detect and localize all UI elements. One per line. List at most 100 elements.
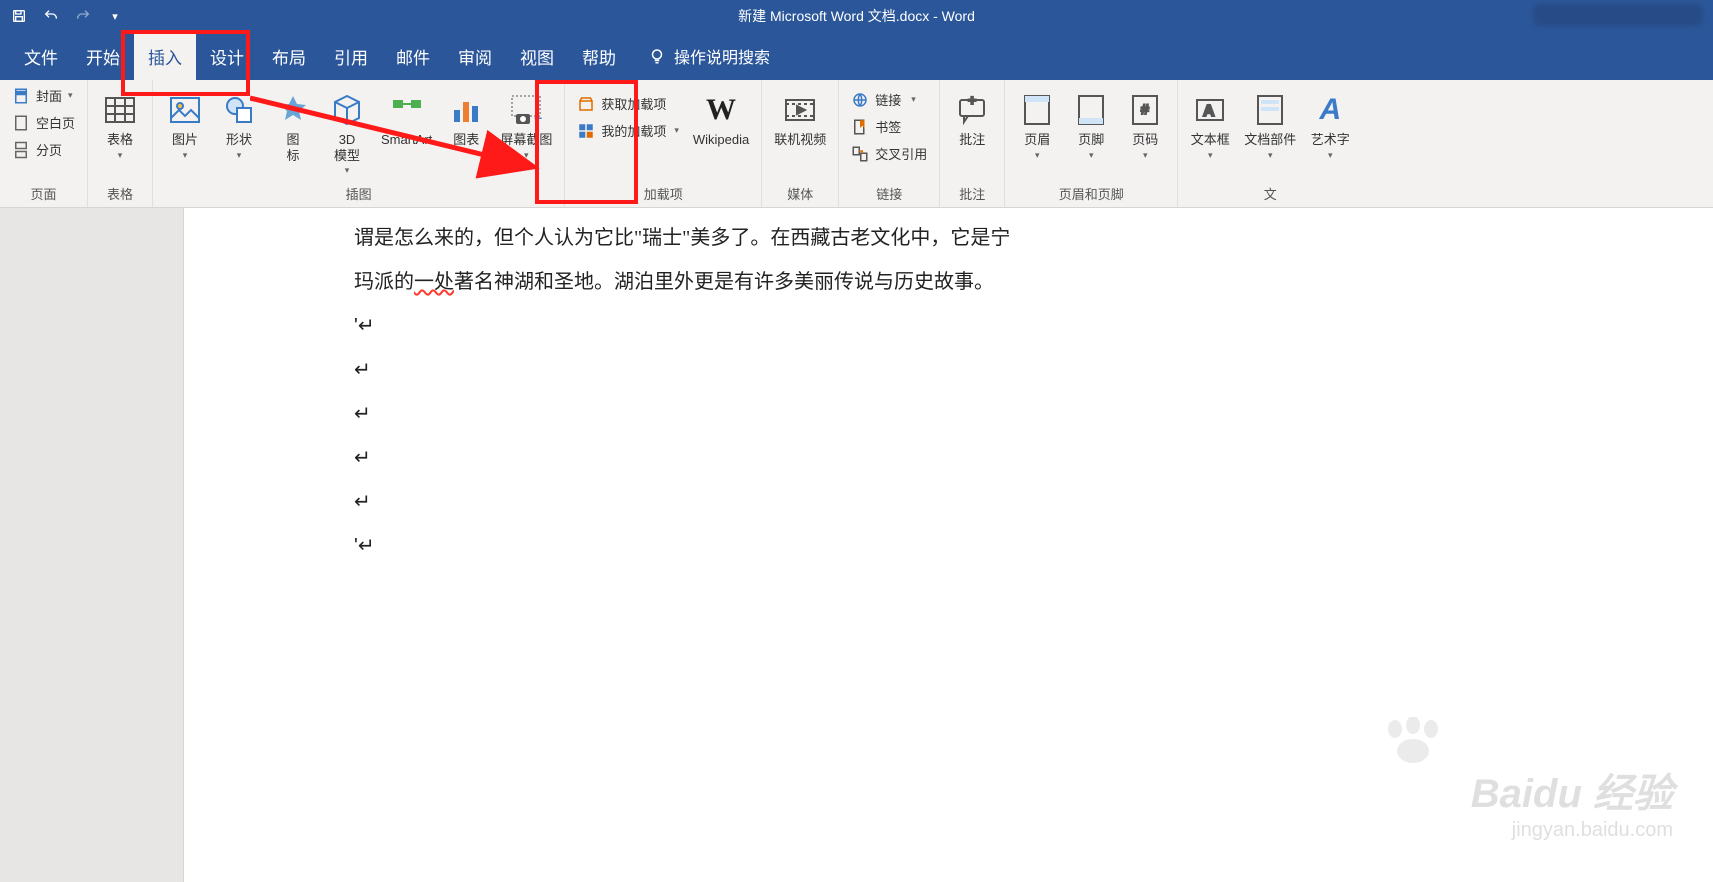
document-line[interactable]: 谓是怎么来的，但个人认为它比"瑞士"美多了。在西藏古老文化中，它是宁: [354, 216, 1234, 260]
link-label: 链接: [875, 90, 901, 109]
title-bar: ▾ 新建 Microsoft Word 文档.docx - Word: [0, 0, 1713, 32]
tab-help[interactable]: 帮助: [568, 32, 630, 80]
cover-icon: [12, 87, 30, 105]
get-addins-label: 获取加载项: [601, 94, 666, 113]
header-icon: [1019, 92, 1055, 128]
tell-me-search[interactable]: 操作说明搜索: [648, 44, 770, 68]
text-box-button[interactable]: A 文本框 ▾: [1186, 84, 1234, 163]
shapes-button[interactable]: 形状 ▾: [215, 84, 263, 163]
group-pages: 封面▾ 空白页 分页 页面: [0, 80, 88, 207]
cover-page-button[interactable]: 封面▾: [8, 84, 79, 107]
wikipedia-label: Wikipedia: [693, 132, 749, 148]
tab-mailings[interactable]: 邮件: [382, 32, 444, 80]
page-number-label: 页码: [1132, 132, 1158, 148]
qat-customize-icon[interactable]: ▾: [106, 7, 124, 25]
svg-text:+: +: [968, 92, 976, 108]
undo-icon[interactable]: [42, 7, 60, 25]
watermark-brand: Baidu 经验: [1471, 761, 1673, 819]
tab-layout[interactable]: 布局: [258, 32, 320, 80]
pagenum-icon: #: [1127, 92, 1163, 128]
page-number-button[interactable]: # 页码 ▾: [1121, 84, 1169, 163]
watermark-url: jingyan.baidu.com: [1471, 819, 1673, 842]
cover-page-label: 封面: [36, 86, 62, 105]
tab-view[interactable]: 视图: [506, 32, 568, 80]
comment-label: 批注: [959, 132, 985, 148]
chevron-down-icon: ▾: [1143, 150, 1148, 161]
page-break-button[interactable]: 分页: [8, 138, 79, 161]
footer-button[interactable]: 页脚 ▾: [1067, 84, 1115, 163]
online-video-label: 联机视频: [774, 132, 826, 148]
navigation-pane[interactable]: [0, 208, 184, 882]
save-icon[interactable]: [10, 7, 28, 25]
chevron-down-icon: ▾: [1089, 150, 1094, 161]
video-icon: [782, 92, 818, 128]
group-text: A 文本框 ▾ 文档部件 ▾ A 艺术字 ▾ 文: [1178, 80, 1362, 207]
tab-references[interactable]: 引用: [320, 32, 382, 80]
wordart-button[interactable]: A 艺术字 ▾: [1306, 84, 1354, 163]
comment-button[interactable]: + 批注: [948, 84, 996, 150]
quickparts-icon: [1252, 92, 1288, 128]
online-video-button[interactable]: 联机视频: [770, 84, 830, 150]
my-addins-button[interactable]: 我的加载项▾: [573, 119, 683, 142]
textbox-icon: A: [1192, 92, 1228, 128]
wikipedia-button[interactable]: W Wikipedia: [689, 84, 753, 150]
link-icon: [851, 91, 869, 109]
pictures-label: 图片: [172, 132, 198, 148]
group-links: 链接▾ 书签 交叉引用 链接: [839, 80, 940, 207]
comment-icon: +: [954, 92, 990, 128]
get-addins-button[interactable]: 获取加载项: [573, 92, 683, 115]
tab-home[interactable]: 开始: [72, 32, 134, 80]
crossref-icon: [851, 145, 869, 163]
chart-icon: [448, 92, 484, 128]
cross-reference-label: 交叉引用: [875, 144, 927, 163]
chevron-down-icon: ▾: [1035, 150, 1040, 161]
cross-reference-button[interactable]: 交叉引用: [847, 142, 931, 165]
chart-button[interactable]: 图表: [442, 84, 490, 150]
cube-icon: [329, 92, 365, 128]
chevron-down-icon: ▾: [524, 150, 529, 161]
group-tables: 表格 ▾ 表格: [88, 80, 153, 207]
quick-parts-button[interactable]: 文档部件 ▾: [1240, 84, 1300, 163]
bookmark-label: 书签: [875, 117, 901, 136]
blank-page-button[interactable]: 空白页: [8, 111, 79, 134]
smartart-label: SmartArt: [381, 132, 432, 148]
redo-icon[interactable]: [74, 7, 92, 25]
smartart-button[interactable]: SmartArt: [377, 84, 436, 150]
3d-model-label: 3D 模型: [334, 132, 360, 163]
chevron-down-icon: ▾: [1268, 150, 1273, 161]
table-button[interactable]: 表格 ▾: [96, 84, 144, 163]
group-header-footer: 页眉 ▾ 页脚 ▾ # 页码 ▾ 页眉和页脚: [1005, 80, 1178, 207]
icons-button[interactable]: 图 标: [269, 84, 317, 165]
header-button[interactable]: 页眉 ▾: [1013, 84, 1061, 163]
link-button[interactable]: 链接▾: [847, 88, 931, 111]
document-line[interactable]: 玛派的一处著名神湖和圣地。湖泊里外更是有许多美丽传说与历史故事。: [354, 260, 1234, 304]
document-area[interactable]: 谓是怎么来的，但个人认为它比"瑞士"美多了。在西藏古老文化中，它是宁 玛派的一处…: [184, 208, 1713, 882]
bookmark-button[interactable]: 书签: [847, 115, 931, 138]
tab-insert[interactable]: 插入: [134, 32, 196, 80]
3d-model-button[interactable]: 3D 模型 ▾: [323, 84, 371, 178]
pictures-button[interactable]: 图片 ▾: [161, 84, 209, 163]
ribbon-tabs: 文件 开始 插入 设计 布局 引用 邮件 审阅 视图 帮助 操作说明搜索: [0, 32, 1713, 80]
chevron-down-icon: ▾: [118, 150, 123, 161]
chevron-down-icon: ▾: [183, 150, 188, 161]
bookmark-icon: [851, 118, 869, 136]
chevron-down-icon: ▾: [1208, 150, 1213, 161]
tab-review[interactable]: 审阅: [444, 32, 506, 80]
icons-icon: [275, 92, 311, 128]
screenshot-button[interactable]: + 屏幕截图 ▾: [496, 84, 556, 163]
paragraph-mark: ↵: [354, 480, 1234, 524]
watermark: Baidu 经验 jingyan.baidu.com: [1471, 761, 1673, 842]
spelling-error[interactable]: 一处: [414, 271, 454, 293]
addins-icon: [577, 122, 595, 140]
footer-label: 页脚: [1078, 132, 1104, 148]
group-comments-label: 批注: [948, 182, 996, 207]
screenshot-icon: +: [508, 92, 544, 128]
group-media: 联机视频 媒体: [762, 80, 839, 207]
tab-design[interactable]: 设计: [196, 32, 258, 80]
chart-label: 图表: [453, 132, 479, 148]
svg-text:A: A: [1203, 103, 1215, 120]
tab-file[interactable]: 文件: [10, 32, 72, 80]
header-label: 页眉: [1024, 132, 1050, 148]
my-addins-label: 我的加载项: [601, 121, 666, 140]
paragraph-mark: '↵: [354, 304, 1234, 348]
